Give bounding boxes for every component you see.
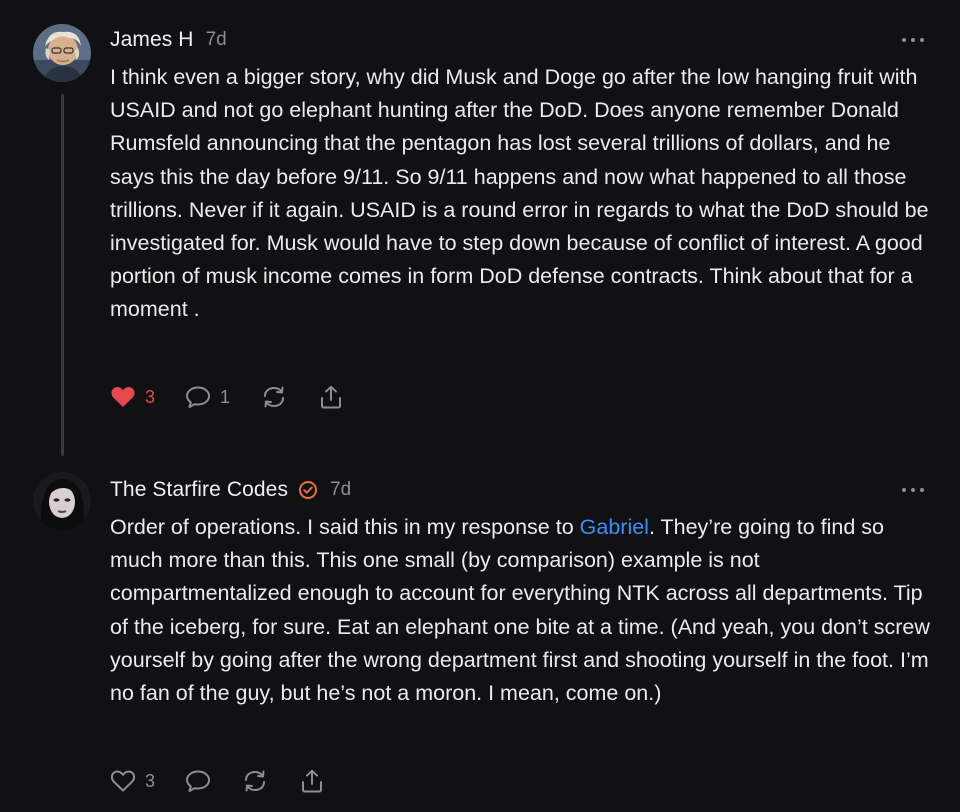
avatar-photo [33,472,91,530]
speech-bubble-icon [186,770,211,792]
mention-link[interactable]: Gabriel [580,515,649,539]
more-dots-icon[interactable] [902,485,924,495]
comment-body: Order of operations. I said this in my r… [110,511,938,710]
like-count: 3 [145,770,156,791]
reply-button[interactable] [185,769,211,793]
author-name[interactable]: James H [110,28,194,52]
comment-header: James H 7d [110,25,227,55]
avatar[interactable] [33,24,91,82]
comment-header: The Starfire Codes 7d [110,475,351,505]
comment-actions: 3 [110,766,355,796]
share-button[interactable] [299,768,325,794]
author-name[interactable]: The Starfire Codes [110,478,288,502]
heart-outline-icon [110,770,136,792]
heart-filled-icon [111,386,135,407]
restack-button[interactable] [260,384,288,410]
like-count: 3 [145,386,156,407]
timestamp[interactable]: 7d [206,29,227,51]
like-button[interactable]: 3 [110,385,155,409]
restack-icon [264,386,285,408]
body-text-start: Order of operations. I said this in my r… [110,515,580,539]
reply-button[interactable]: 1 [185,385,230,409]
comment-body: I think even a bigger story, why did Mus… [110,65,929,322]
thread-line [61,94,64,456]
reply-count: 1 [220,386,231,407]
timestamp[interactable]: 7d [330,479,351,501]
like-button[interactable]: 3 [110,769,155,793]
comment-james-h: James H 7d I think even a bigger story, … [0,0,960,460]
avatar-photo [33,24,91,82]
restack-icon [245,770,266,792]
avatar[interactable] [33,472,91,530]
share-icon [321,385,342,409]
more-dots-icon[interactable] [902,35,924,45]
restack-button[interactable] [241,768,269,794]
comment-actions: 3 1 [110,382,374,412]
share-icon [302,769,323,793]
share-button[interactable] [318,384,344,410]
body-text-end: . They’re going to find so much more tha… [110,515,930,706]
verified-check-icon [298,480,318,500]
comment-starfire-codes: The Starfire Codes 7d Order of operation… [0,460,960,812]
speech-bubble-icon [186,386,211,408]
